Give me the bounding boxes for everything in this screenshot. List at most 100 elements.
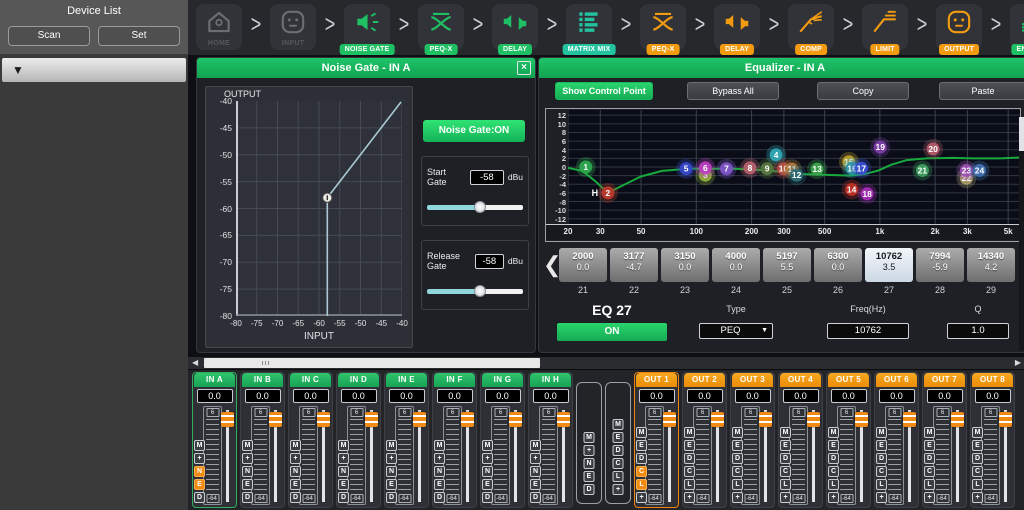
noise-gate-on-button[interactable]: Noise Gate:ON [423, 120, 525, 142]
channel-L-button[interactable]: L [876, 479, 887, 490]
vertical-scrollbar[interactable] [1019, 117, 1024, 351]
toolbar-item-peq-x-in[interactable]: PEQ-X [418, 4, 464, 50]
channel-label[interactable]: IN F [434, 373, 475, 387]
channel-D-button[interactable]: D [613, 445, 624, 456]
channel-L-button[interactable]: L [732, 479, 743, 490]
channel-D-button[interactable]: D [780, 453, 791, 464]
channel-+-button[interactable]: + [584, 445, 595, 456]
channel-+-button[interactable]: + [924, 492, 935, 503]
fader-handle[interactable] [951, 412, 964, 427]
show-control-point-button[interactable]: Show Control Point [555, 82, 653, 100]
vertical-scrollbar-thumb[interactable] [1019, 117, 1024, 151]
channel-D-button[interactable]: D [338, 492, 349, 503]
channel-L-button[interactable]: L [636, 479, 647, 490]
channel-strip-out-2[interactable]: OUT 20.06-64MEDCL+ [682, 372, 727, 508]
close-icon[interactable]: × [517, 61, 531, 75]
channel-strip-out-1[interactable]: OUT 10.06-64MEDCL+ [634, 372, 679, 508]
band-cell-26[interactable]: 63000.026 [814, 248, 862, 295]
channel-+-button[interactable]: + [482, 453, 493, 464]
channel-D-button[interactable]: D [972, 453, 983, 464]
channel-+-button[interactable]: + [242, 453, 253, 464]
equalizer-plot[interactable]: 1H23456789101112131415161718192021222324 [568, 110, 1020, 224]
channel-L-button[interactable]: L [972, 479, 983, 490]
channel-D-button[interactable]: D [242, 492, 253, 503]
noise-gate-plot[interactable] [236, 101, 402, 321]
channel-+-button[interactable]: + [530, 453, 541, 464]
fader-handle[interactable] [663, 412, 676, 427]
channel-C-button[interactable]: C [780, 466, 791, 477]
channel-gain-value[interactable]: 0.0 [927, 389, 963, 403]
bypass-all-button[interactable]: Bypass All [687, 82, 779, 100]
channel-M-button[interactable]: M [530, 440, 541, 451]
channel-C-button[interactable]: C [972, 466, 983, 477]
band-cell-25[interactable]: 51975.525 [763, 248, 811, 295]
channel-strip-out-3[interactable]: OUT 30.06-64MEDCL+ [730, 372, 775, 508]
channel-label[interactable]: IN A [194, 373, 235, 387]
channel-+-button[interactable]: + [194, 453, 205, 464]
channel-E-button[interactable]: E [530, 479, 541, 490]
eq-point-12[interactable]: 12 [787, 165, 807, 185]
channel-strip-out-8[interactable]: OUT 80.06-64MEDCL+ [970, 372, 1015, 508]
slider-track-filled[interactable] [427, 289, 480, 294]
start-gate-slider[interactable] [427, 201, 523, 213]
channel-gain-value[interactable]: 0.0 [485, 389, 521, 403]
channel-E-button[interactable]: E [482, 479, 493, 490]
channel-label[interactable]: IN G [482, 373, 523, 387]
channel-+-button[interactable]: + [338, 453, 349, 464]
channel-C-button[interactable]: C [876, 466, 887, 477]
channel-strip-in-f[interactable]: IN F0.06-64M+NED [432, 372, 477, 508]
channel-D-button[interactable]: D [924, 453, 935, 464]
channel-strip-in-b[interactable]: IN B0.06-64M+NED [240, 372, 285, 508]
fader-handle[interactable] [999, 412, 1012, 427]
freq-input[interactable]: 10762 [827, 323, 909, 339]
band-cell-23[interactable]: 31500.023 [661, 248, 709, 295]
toolbar-item-input[interactable]: INPUT [270, 4, 316, 50]
channel-D-button[interactable]: D [386, 492, 397, 503]
channel-E-button[interactable]: E [194, 479, 205, 490]
channel-gain-value[interactable]: 0.0 [341, 389, 377, 403]
channel-gain-value[interactable]: 0.0 [533, 389, 569, 403]
channel-+-button[interactable]: + [684, 492, 695, 503]
channel-+-button[interactable]: + [972, 492, 983, 503]
device-dropdown[interactable]: ▼ [2, 58, 186, 82]
channel-D-button[interactable]: D [434, 492, 445, 503]
channel-gain-value[interactable]: 0.0 [293, 389, 329, 403]
band-cell-29[interactable]: 143404.229 [967, 248, 1015, 295]
channel-label[interactable]: IN B [242, 373, 283, 387]
channel-C-button[interactable]: C [924, 466, 935, 477]
channel-L-button[interactable]: L [684, 479, 695, 490]
slider-track[interactable] [480, 289, 523, 294]
band-cell-22[interactable]: 3177-4.722 [610, 248, 658, 295]
channel-D-button[interactable]: D [684, 453, 695, 464]
channel-E-button[interactable]: E [613, 432, 624, 443]
band-cell-21[interactable]: 20000.021 [559, 248, 607, 295]
channel-M-button[interactable]: M [732, 427, 743, 438]
q-input[interactable]: 1.0 [947, 323, 1009, 339]
channel-strip-out-5[interactable]: OUT 50.06-64MEDCL+ [826, 372, 871, 508]
eq-point-8[interactable]: 8 [740, 158, 760, 178]
channel-label[interactable]: IN D [338, 373, 379, 387]
eq-point-5[interactable]: 5 [676, 159, 696, 179]
channel-D-button[interactable]: D [482, 492, 493, 503]
scroll-right-icon[interactable]: ▶ [1015, 358, 1021, 368]
channel-C-button[interactable]: C [613, 458, 624, 469]
channel-L-button[interactable]: L [613, 471, 624, 482]
scroll-left-icon[interactable]: ◀ [192, 358, 198, 368]
channel-+-button[interactable]: + [434, 453, 445, 464]
channel-gain-value[interactable]: 0.0 [437, 389, 473, 403]
channel-gain-value[interactable]: 0.0 [975, 389, 1011, 403]
mixer-scrollbar[interactable]: ◀ ▶ [188, 357, 1024, 369]
channel-label[interactable]: IN E [386, 373, 427, 387]
slider-track[interactable] [480, 205, 523, 210]
eq-point-19[interactable]: 19 [870, 137, 890, 157]
channel-E-button[interactable]: E [290, 479, 301, 490]
channel-strip-out-7[interactable]: OUT 70.06-64MEDCL+ [922, 372, 967, 508]
channel-M-button[interactable]: M [434, 440, 445, 451]
channel-strip-in-e[interactable]: IN E0.06-64M+NED [384, 372, 429, 508]
toolbar-item-home[interactable]: HOME [196, 4, 242, 50]
eq-point-17[interactable]: 17 [851, 158, 871, 178]
fader-handle[interactable] [317, 412, 330, 427]
channel-M-button[interactable]: M [194, 440, 205, 451]
eq-point-1[interactable]: 1 [576, 157, 596, 177]
channel-M-button[interactable]: M [290, 440, 301, 451]
